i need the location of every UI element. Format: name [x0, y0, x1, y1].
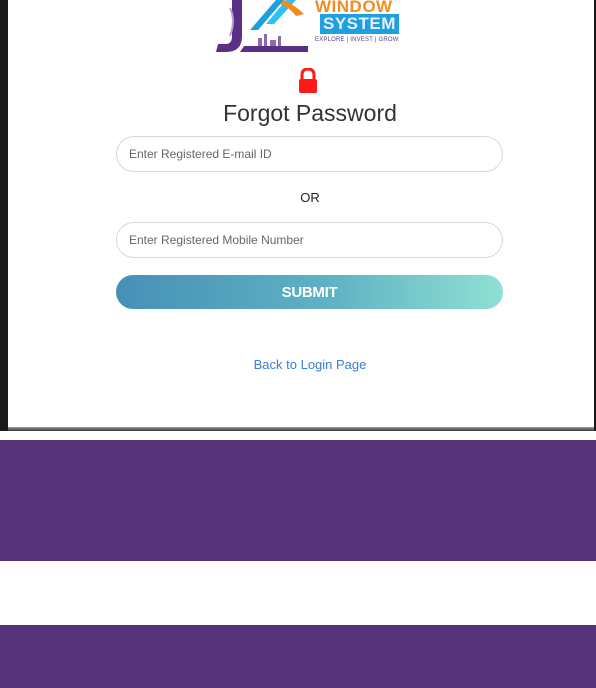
back-to-login-link[interactable]: Back to Login Page — [8, 357, 596, 372]
frame-bottom — [0, 431, 596, 440]
lock-icon — [299, 68, 317, 93]
purple-banner-bottom — [0, 625, 596, 688]
mobile-input[interactable] — [117, 223, 502, 257]
brand-logo: WINDOW SYSTEM EXPLORE | INVEST | GROW — [212, 0, 408, 56]
page-title: Forgot Password — [223, 100, 397, 126]
submit-button[interactable]: SUBMIT — [116, 275, 503, 309]
email-input[interactable] — [117, 137, 502, 171]
logo-text-system: SYSTEM — [320, 14, 399, 34]
forgot-password-card: WINDOW SYSTEM EXPLORE | INVEST | GROW Fo… — [8, 0, 594, 427]
mobile-field[interactable] — [116, 222, 503, 258]
purple-banner-top — [0, 440, 596, 561]
or-separator: OR — [300, 190, 320, 205]
email-field[interactable] — [116, 136, 503, 172]
logo-tagline: EXPLORE | INVEST | GROW — [315, 37, 399, 43]
jk-house-logo-icon — [216, 0, 308, 52]
